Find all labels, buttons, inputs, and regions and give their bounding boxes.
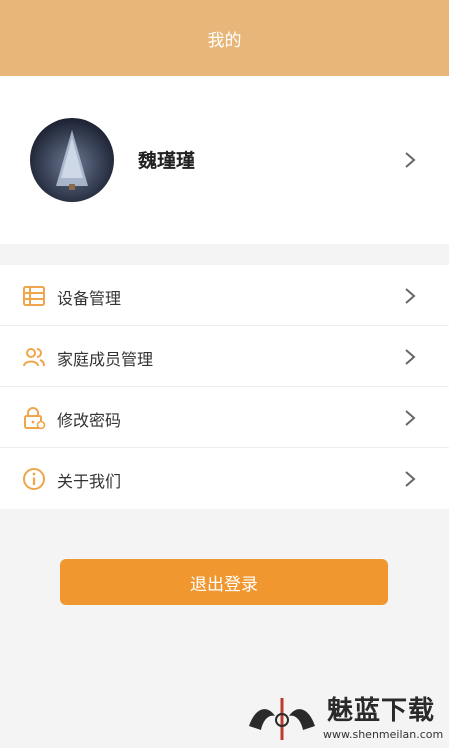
profile-card[interactable]: 魏瑾瑾 (0, 76, 449, 244)
chevron-right-icon (405, 152, 416, 168)
chevron-right-icon (405, 288, 416, 304)
family-members-icon (23, 348, 45, 367)
lock-icon (24, 407, 46, 430)
menu-item-label: 关于我们 (57, 472, 122, 491)
menu-item-family-members[interactable]: 家庭成员管理 (0, 326, 449, 387)
menu-item-label: 设备管理 (57, 289, 122, 308)
chevron-right-icon (405, 349, 416, 365)
dragon-logo-icon (249, 698, 315, 740)
avatar-image (56, 130, 88, 190)
tab-bar-edge (0, 742, 449, 748)
logout-button[interactable]: 退出登录 (60, 559, 388, 605)
avatar (30, 118, 114, 202)
device-list-icon (23, 286, 45, 306)
watermark-url: www.shenmeilan.com (323, 728, 444, 741)
watermark: 魅蓝下载 www.shenmeilan.com (243, 690, 443, 746)
menu-item-change-password[interactable]: 修改密码 (0, 387, 449, 448)
menu-item-label: 修改密码 (57, 411, 122, 430)
chevron-right-icon (405, 471, 416, 487)
user-name: 魏瑾瑾 (138, 150, 196, 172)
chevron-right-icon (405, 410, 416, 426)
settings-menu: 设备管理 家庭成员管理 修改密码 关于我们 (0, 265, 449, 509)
app-header: 我的 (0, 0, 449, 76)
info-icon (23, 468, 45, 490)
menu-item-about-us[interactable]: 关于我们 (0, 448, 449, 509)
page-title: 我的 (207, 30, 242, 51)
menu-item-label: 家庭成员管理 (57, 350, 154, 369)
menu-item-device-management[interactable]: 设备管理 (0, 265, 449, 326)
watermark-title: 魅蓝下载 (327, 696, 436, 726)
